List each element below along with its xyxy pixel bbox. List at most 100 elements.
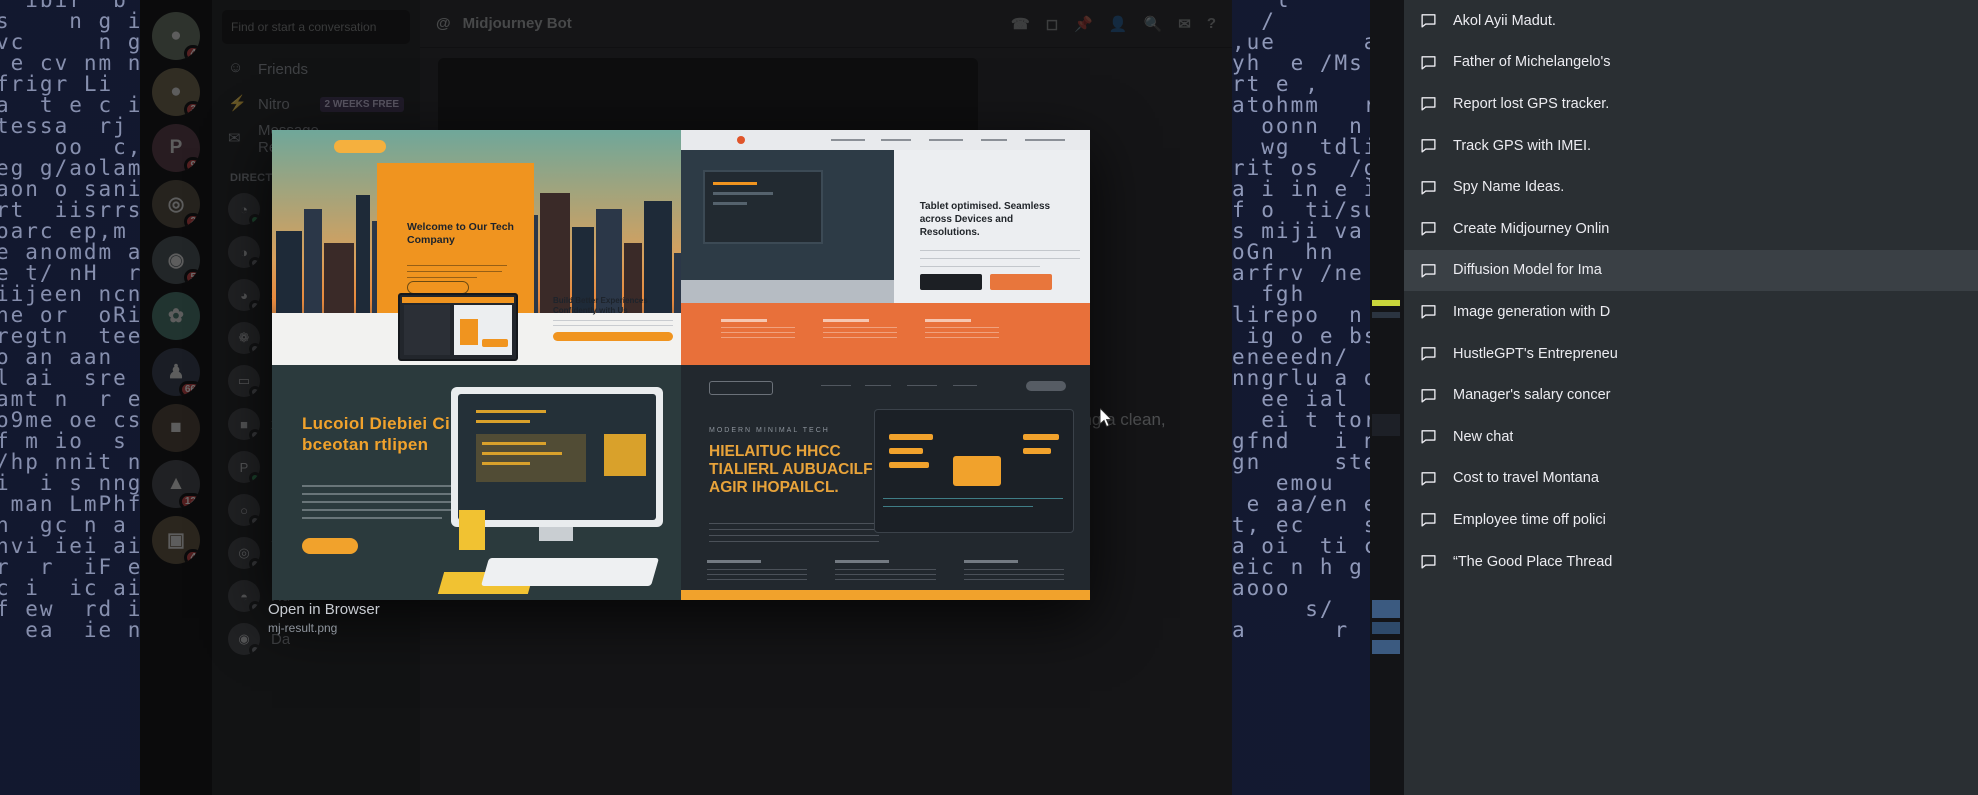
q2-nav-item [929,139,963,141]
chat-history-item[interactable]: Manager's salary concer [1404,374,1978,416]
guild-unread-badge: 5 [184,269,200,284]
chat-history-item[interactable]: Track GPS with IMEI. [1404,125,1978,167]
q2-copy-line [919,266,1040,267]
chat-history-item[interactable]: HustleGPT's Entrepreneu [1404,333,1978,375]
skyline-building [276,231,302,313]
q2-monitor-mockup [703,170,823,244]
q1-monitor-accent-button [482,339,508,347]
chat-bubble-icon [1421,264,1436,278]
chat-history-item[interactable]: Image generation with D [1404,291,1978,333]
guild-icon-1[interactable]: ● 4 [152,12,200,60]
guild-icon-7[interactable]: ♟ 66 [152,348,200,396]
guild-icon-5[interactable]: ◉ 5 [152,236,200,284]
chat-history-title: Father of Michelangelo's [1453,54,1611,71]
guild-unread-badge: 4 [184,45,200,60]
q4-chip [953,456,1001,486]
guild-glyph: ♟ [167,361,185,383]
discord-nav-friends[interactable]: ☺ Friends [220,52,412,86]
open-in-browser-label: Open in Browser [268,601,380,618]
chat-history-item[interactable]: Spy Name Ideas. [1404,166,1978,208]
nitro-icon: ⚡ [228,95,247,112]
chat-history-title: Create Midjourney Onlin [1453,220,1610,237]
q1-hero-line [407,271,502,272]
grid-quadrant-3[interactable]: Lucoiol Diebiei Ciup bceotan rtlipen [272,365,681,600]
q4-nav-item [953,385,977,386]
presence-indicator [249,429,260,440]
chat-bubble-icon [1421,180,1436,195]
chat-history-item[interactable]: New chat [1404,416,1978,458]
skyline-building [540,193,570,313]
q4-tech-illustration [874,409,1074,533]
q4-nav-cta [1026,381,1066,391]
chat-history-item[interactable]: Diffusion Model for Ima [1404,249,1978,292]
q2-nav-item [1025,139,1065,141]
chat-bubble-icon [1421,430,1436,444]
chat-history-item[interactable]: Report lost GPS tracker. [1404,83,1978,125]
grid-quadrant-1[interactable]: Welcome to Our Tech Company Build Better… [272,130,681,365]
q2-orange-footer [681,303,1090,365]
desktop-right-gutter [1370,0,1404,795]
guild-icon-10[interactable]: ▣ 4 [152,516,200,564]
presence-indicator [249,257,260,268]
chat-history-item[interactable]: Akol Ayii Madut. [1404,0,1978,42]
gutter-marker [1372,640,1400,654]
search-icon[interactable]: 🔍 [1144,15,1163,33]
q4-kicker: MODERN MINIMAL TECH [709,427,830,434]
chat-history-item[interactable]: Father of Michelangelo's [1404,42,1978,84]
midjourney-image-grid[interactable]: Welcome to Our Tech Company Build Better… [272,130,1090,600]
q3-monitor-mockup [451,387,663,527]
nav-label: Friends [258,60,309,78]
q4-copy-block [709,523,879,547]
q1-monitor-topbar [402,297,514,303]
chat-history-item[interactable]: Employee time off polici [1404,499,1978,541]
open-in-browser-link[interactable]: Open in Browser mj-result.png [268,601,380,635]
avatar: ◉ [228,623,260,655]
skyline-building [674,253,681,313]
chat-history-item[interactable]: Cost to travel Montana [1404,458,1978,500]
grid-quadrant-2[interactable]: Tablet optimised. Seamless across Device… [681,130,1090,365]
avatar: ❁ [228,322,260,354]
guild-icon-9[interactable]: ▲ 12 [152,460,200,508]
gutter-marker [1372,300,1400,306]
guild-icon-6[interactable]: ✿ [152,292,200,340]
chat-history-title: Akol Ayii Madut. [1453,12,1556,29]
presence-indicator [249,300,260,311]
skyline-building [304,209,322,313]
chat-bubble-icon [1421,222,1436,236]
chat-history-sidebar[interactable]: Akol Ayii Madut. Father of Michelangelo's… [1404,0,1978,795]
avatar: ◎ [228,537,260,569]
inbox-icon[interactable]: ✉ [1178,15,1191,33]
pin-icon[interactable]: 📌 [1074,15,1093,33]
discord-search-input[interactable]: Find or start a conversation [222,10,410,44]
chat-bubble-icon [1421,513,1436,527]
gutter-marker [1372,622,1400,634]
call-icon[interactable]: ☎ [1011,15,1030,33]
guild-icon-4[interactable]: ◎ 2 [152,180,200,228]
guild-icon-2[interactable]: ● 3 [152,68,200,116]
chat-history-item[interactable]: Create Midjourney Onlin [1404,208,1978,250]
presence-indicator [249,343,260,354]
q2-footer-col [721,319,795,342]
q4-logo-icon [709,381,773,395]
guild-icon-8[interactable]: ■ [152,404,200,452]
help-icon[interactable]: ? [1207,15,1216,33]
chat-bubble-icon [1421,388,1436,403]
guild-glyph: ◉ [167,249,185,271]
channel-header-actions[interactable]: ☎ ◻ 📌 👤 🔍 ✉ ? [1011,15,1216,33]
chat-history-title: Cost to travel Montana [1453,470,1599,487]
q3-yellow-box [459,510,485,550]
chat-bubble-icon [1421,56,1436,70]
add-friend-icon[interactable]: 👤 [1109,15,1128,33]
q2-nav-item [881,139,911,141]
grid-quadrant-4[interactable]: MODERN MINIMAL TECH HIELAITUC HHCC TIALI… [681,365,1090,600]
guild-icon-3[interactable]: P9 [152,124,200,172]
friends-icon: ☺ [228,59,244,76]
video-icon[interactable]: ◻ [1046,15,1058,33]
guild-unread-badge: 9 [184,157,200,172]
chat-bubble-icon [1421,97,1436,112]
discord-nav-nitro[interactable]: ⚡ Nitro 2 WEEKS FREE [220,87,412,121]
guild-glyph: ▣ [167,529,185,551]
chat-history-item[interactable]: “The Good Place Thread [1404,541,1978,583]
chat-history-title: “The Good Place Thread [1453,553,1613,570]
discord-guild-rail[interactable]: ● 4 ● 3 P 9 ◎ 2 ◉ 5 ✿ ♟ 66 ■ ▲ 12 ▣ 4 [140,0,212,795]
